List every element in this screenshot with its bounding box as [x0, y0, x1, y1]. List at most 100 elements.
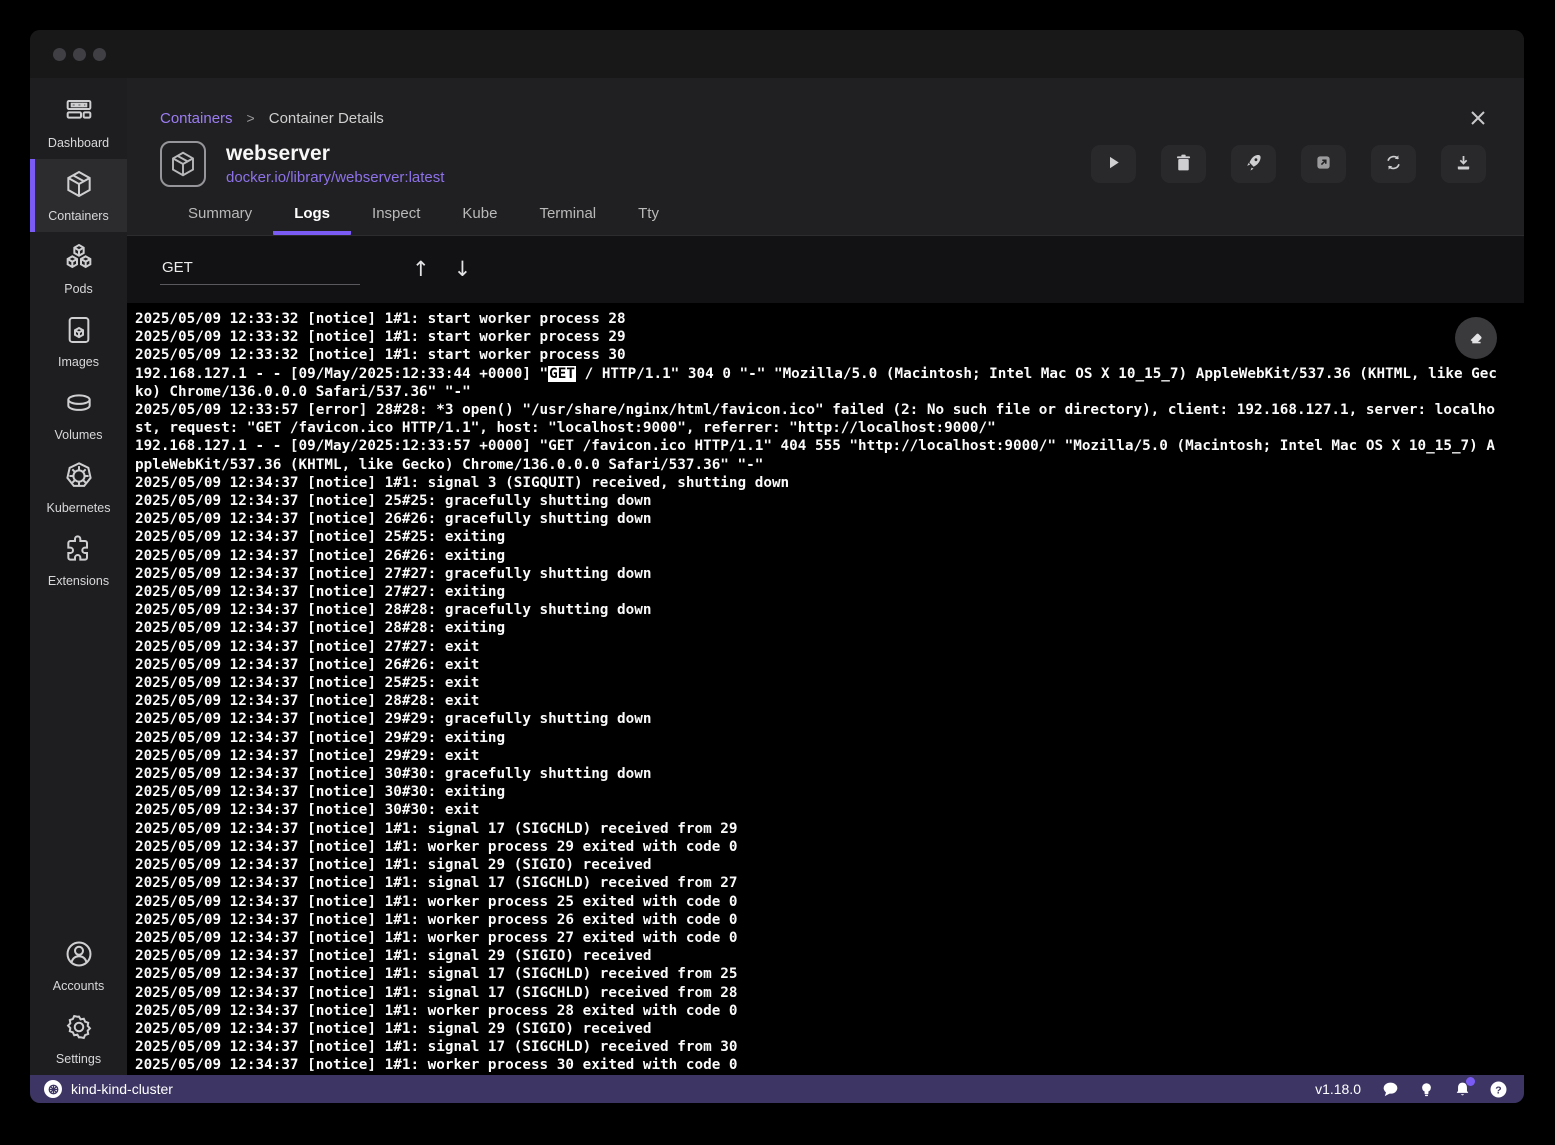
sidebar-item-pods[interactable]: Pods [30, 232, 127, 305]
log-output[interactable]: 2025/05/09 12:33:32 [notice] 1#1: start … [127, 303, 1524, 1075]
log-line: 2025/05/09 12:34:37 [notice] 27#27: grac… [135, 565, 1500, 583]
next-match-button[interactable]: ↓ [454, 259, 472, 280]
log-line: 2025/05/09 12:34:37 [notice] 1#1: signal… [135, 1020, 1500, 1038]
previous-match-button[interactable]: ↑ [412, 259, 430, 280]
close-details-button[interactable] [1468, 108, 1488, 128]
log-line: 2025/05/09 12:33:32 [notice] 1#1: start … [135, 346, 1500, 364]
sidebar-item-label: Dashboard [48, 136, 109, 150]
feedback-icon[interactable] [1381, 1080, 1400, 1099]
log-line: 2025/05/09 12:33:57 [error] 28#28: *3 op… [135, 401, 1500, 437]
log-search-bar: ↑ ↓ [127, 236, 1524, 303]
log-line: 2025/05/09 12:34:37 [notice] 1#1: signal… [135, 984, 1500, 1002]
log-line: 2025/05/09 12:34:37 [notice] 25#25: exit… [135, 528, 1500, 546]
sidebar-item-volumes[interactable]: Volumes [30, 378, 127, 451]
log-line: 2025/05/09 12:34:37 [notice] 27#27: exit… [135, 583, 1500, 601]
log-line: 2025/05/09 12:34:37 [notice] 1#1: worker… [135, 1056, 1500, 1074]
main-panel: Containers > Container Details webserver… [127, 78, 1524, 1075]
volumes-icon [63, 387, 95, 424]
minimize-window-button[interactable] [73, 48, 86, 61]
sidebar-item-settings[interactable]: Settings [30, 1002, 127, 1075]
log-line: 2025/05/09 12:34:37 [notice] 1#1: signal… [135, 1038, 1500, 1056]
tab-logs[interactable]: Logs [273, 195, 351, 235]
container-image-link[interactable]: docker.io/library/webserver:latest [226, 169, 444, 186]
dashboard-icon [63, 95, 95, 132]
sidebar-item-label: Containers [48, 209, 108, 223]
breadcrumb-separator: > [247, 110, 255, 126]
traffic-lights[interactable] [53, 48, 106, 61]
container-icon [63, 168, 95, 205]
lightbulb-icon[interactable] [1417, 1080, 1436, 1099]
breadcrumb-containers-link[interactable]: Containers [160, 110, 233, 127]
log-line: 2025/05/09 12:34:37 [notice] 30#30: grac… [135, 765, 1500, 783]
bell-icon[interactable] [1453, 1080, 1472, 1099]
open-external-icon [1313, 152, 1334, 176]
sidebar-item-dashboard[interactable]: Dashboard [30, 86, 127, 159]
sidebar-item-images[interactable]: Images [30, 305, 127, 378]
sidebar-item-extensions[interactable]: Extensions [30, 524, 127, 597]
sidebar-item-accounts[interactable]: Accounts [30, 929, 127, 1002]
log-line: 2025/05/09 12:34:37 [notice] 29#29: exit [135, 747, 1500, 765]
tab-kube[interactable]: Kube [441, 195, 518, 235]
deploy-to-kube-button[interactable] [1231, 145, 1276, 183]
help-icon[interactable]: ? [1489, 1080, 1508, 1099]
extensions-icon [63, 533, 95, 570]
log-line: 2025/05/09 12:33:32 [notice] 1#1: start … [135, 310, 1500, 328]
images-icon [63, 314, 95, 351]
kubernetes-context-name[interactable]: kind-kind-cluster [71, 1081, 173, 1097]
status-bar: kind-kind-cluster v1.18.0 ? [30, 1075, 1524, 1103]
log-line: 2025/05/09 12:34:37 [notice] 26#26: grac… [135, 510, 1500, 528]
start-container-button[interactable] [1091, 145, 1136, 183]
status-bar-icons: ? [1381, 1080, 1508, 1099]
sidebar-item-label: Images [58, 355, 99, 369]
settings-icon [63, 1011, 95, 1048]
open-browser-button[interactable] [1301, 145, 1346, 183]
sidebar-item-label: Volumes [55, 428, 103, 442]
log-line: 192.168.127.1 - - [09/May/2025:12:33:44 … [135, 365, 1500, 401]
app-version: v1.18.0 [1315, 1081, 1361, 1097]
rocket-icon [1243, 152, 1264, 176]
sidebar-item-label: Accounts [53, 979, 104, 993]
log-line: 2025/05/09 12:34:37 [notice] 26#26: exit… [135, 547, 1500, 565]
container-name: webserver [226, 142, 444, 166]
log-line: 2025/05/09 12:34:37 [notice] 1#1: signal… [135, 965, 1500, 983]
kubernetes-context-icon[interactable] [44, 1080, 62, 1098]
log-line: 2025/05/09 12:34:37 [notice] 28#28: grac… [135, 601, 1500, 619]
svg-text:?: ? [1495, 1085, 1501, 1096]
app-window: Dashboard Containers Pods Images Volumes Kube… [30, 30, 1524, 1103]
log-line: 2025/05/09 12:34:37 [notice] 1#1: signal… [135, 947, 1500, 965]
log-line: 2025/05/09 12:33:32 [notice] 1#1: start … [135, 328, 1500, 346]
title-bar [30, 30, 1524, 78]
export-container-button[interactable] [1441, 145, 1486, 183]
log-line: 2025/05/09 12:34:37 [notice] 25#25: grac… [135, 492, 1500, 510]
log-line: 2025/05/09 12:34:37 [notice] 29#29: exit… [135, 729, 1500, 747]
log-line: 2025/05/09 12:34:37 [notice] 27#27: exit [135, 638, 1500, 656]
sidebar-item-label: Kubernetes [47, 501, 111, 515]
accounts-icon [63, 938, 95, 975]
details-tabs: SummaryLogsInspectKubeTerminalTty [167, 195, 1524, 235]
log-line: 2025/05/09 12:34:37 [notice] 1#1: signal… [135, 820, 1500, 838]
close-window-button[interactable] [53, 48, 66, 61]
log-line: 192.168.127.1 - - [09/May/2025:12:33:57 … [135, 437, 1500, 473]
log-line: 2025/05/09 12:34:37 [notice] 1#1: worker… [135, 929, 1500, 947]
tab-terminal[interactable]: Terminal [518, 195, 617, 235]
sidebar-item-containers[interactable]: Containers [30, 159, 127, 232]
pods-icon [63, 241, 95, 278]
log-search-input[interactable] [160, 255, 360, 285]
clear-logs-button[interactable] [1455, 317, 1497, 359]
tab-inspect[interactable]: Inspect [351, 195, 441, 235]
tab-tty[interactable]: Tty [617, 195, 680, 235]
search-match-highlight: GET [548, 366, 576, 382]
sidebar-item-kubernetes[interactable]: Kubernetes [30, 451, 127, 524]
sidebar-item-label: Extensions [48, 574, 109, 588]
kubernetes-icon [63, 460, 95, 497]
container-actions-toolbar [1091, 145, 1486, 183]
tab-summary[interactable]: Summary [167, 195, 273, 235]
log-line: 2025/05/09 12:34:37 [notice] 1#1: worker… [135, 893, 1500, 911]
restart-container-button[interactable] [1371, 145, 1416, 183]
sidebar-item-label: Pods [64, 282, 93, 296]
container-engine-icon [160, 141, 206, 187]
delete-container-button[interactable] [1161, 145, 1206, 183]
log-line: 2025/05/09 12:34:37 [notice] 1#1: worker… [135, 911, 1500, 929]
log-line: 2025/05/09 12:34:37 [notice] 28#28: exit… [135, 619, 1500, 637]
maximize-window-button[interactable] [93, 48, 106, 61]
